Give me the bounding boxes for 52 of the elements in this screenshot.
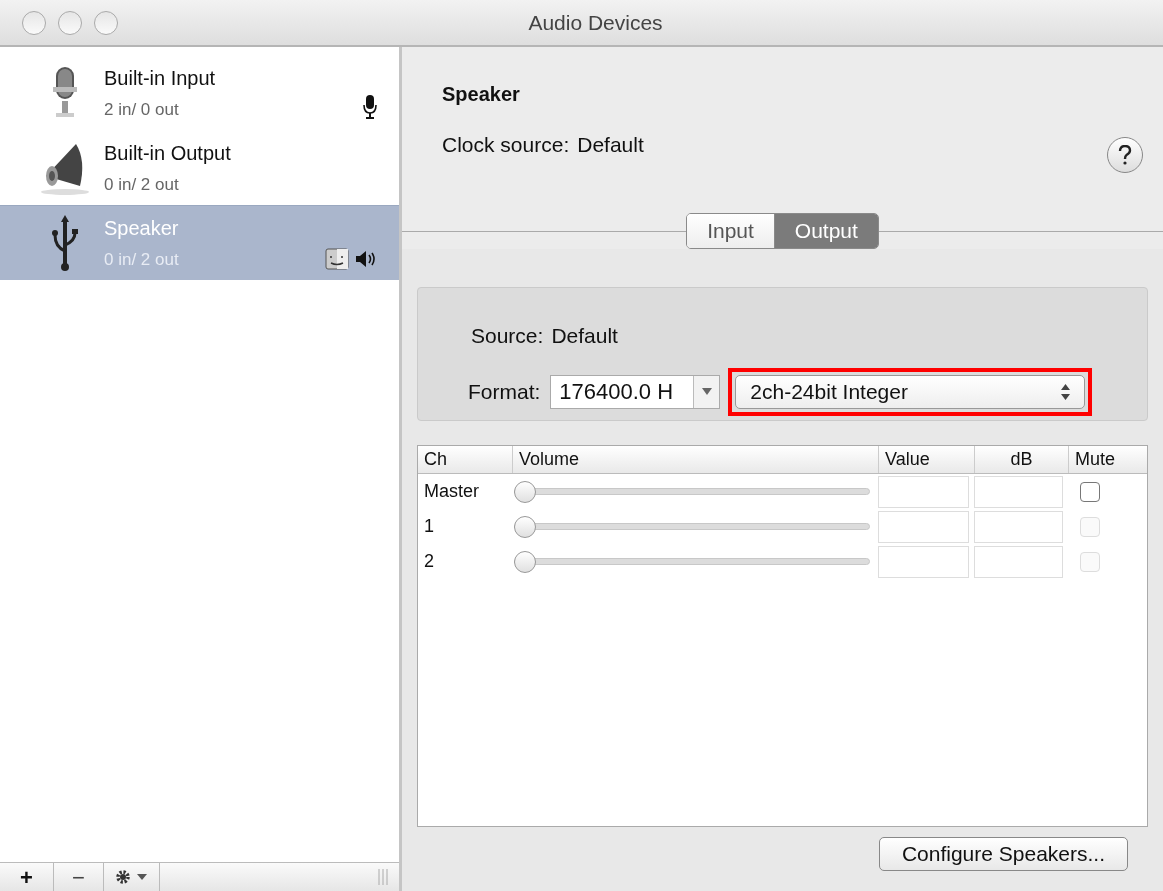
window-title: Audio Devices — [528, 9, 663, 36]
usb-icon — [50, 213, 80, 273]
volume-slider[interactable] — [514, 515, 870, 538]
channel-count: 2 in/ 0 out — [104, 98, 180, 121]
window-control[interactable] — [22, 10, 46, 35]
device-title: Speaker — [442, 82, 521, 107]
sample-rate-combo[interactable]: 176400.0 H — [550, 374, 721, 409]
channel-count: 0 in/ 2 out — [104, 173, 180, 196]
channel-name: 2 — [423, 550, 435, 573]
column-header: Mute — [1068, 446, 1147, 473]
microphone-icon — [363, 94, 377, 120]
resize-handle-icon[interactable] — [377, 868, 389, 886]
value-field[interactable] — [878, 475, 969, 508]
caret-icon — [701, 388, 712, 395]
clock-source-value: Default — [577, 132, 644, 158]
mute-checkbox[interactable] — [1080, 481, 1100, 502]
device-name: Speaker — [104, 216, 180, 242]
device-name: Built-in Input — [104, 65, 217, 91]
window-control[interactable] — [94, 10, 118, 35]
channel-count: 0 in/ 2 out — [104, 249, 180, 272]
add-button[interactable]: + — [0, 863, 54, 891]
column-header: Ch — [423, 448, 448, 471]
help-icon — [1118, 145, 1132, 165]
volume-slider[interactable] — [514, 550, 870, 573]
volume-slider[interactable] — [514, 480, 870, 503]
db-field[interactable] — [974, 545, 1063, 578]
channel-name: Master — [423, 480, 480, 503]
finder-icon — [325, 248, 349, 270]
window-control[interactable] — [58, 10, 82, 35]
column-header: Value — [878, 446, 974, 473]
device-name: Built-in Output — [104, 140, 232, 166]
slider-thumb[interactable] — [514, 480, 536, 503]
bit-format-popup[interactable]: 2ch-24bit Integer — [735, 374, 1086, 409]
help-button[interactable] — [1107, 137, 1143, 173]
column-header: Volume — [512, 446, 878, 473]
channel-name: 1 — [423, 515, 435, 538]
db-field[interactable] — [974, 510, 1063, 543]
value-field[interactable] — [878, 545, 969, 578]
remove-button[interactable]: − — [54, 863, 104, 891]
up-down-arrows-icon — [1061, 383, 1071, 400]
tab[interactable]: Input — [687, 214, 774, 248]
column-header: dB — [974, 446, 1068, 473]
source-label: Source: — [471, 323, 544, 349]
source-value: Default — [551, 323, 618, 349]
clock-source-label: Clock source: — [442, 132, 570, 158]
value-field[interactable] — [878, 510, 969, 543]
tab[interactable]: Output — [773, 214, 878, 248]
db-field[interactable] — [974, 475, 1063, 508]
format-label: Format: — [468, 378, 541, 405]
speaker-icon — [355, 250, 377, 268]
configure-speakers-button[interactable]: Configure Speakers... — [878, 837, 1128, 871]
settings-icon — [114, 869, 149, 885]
